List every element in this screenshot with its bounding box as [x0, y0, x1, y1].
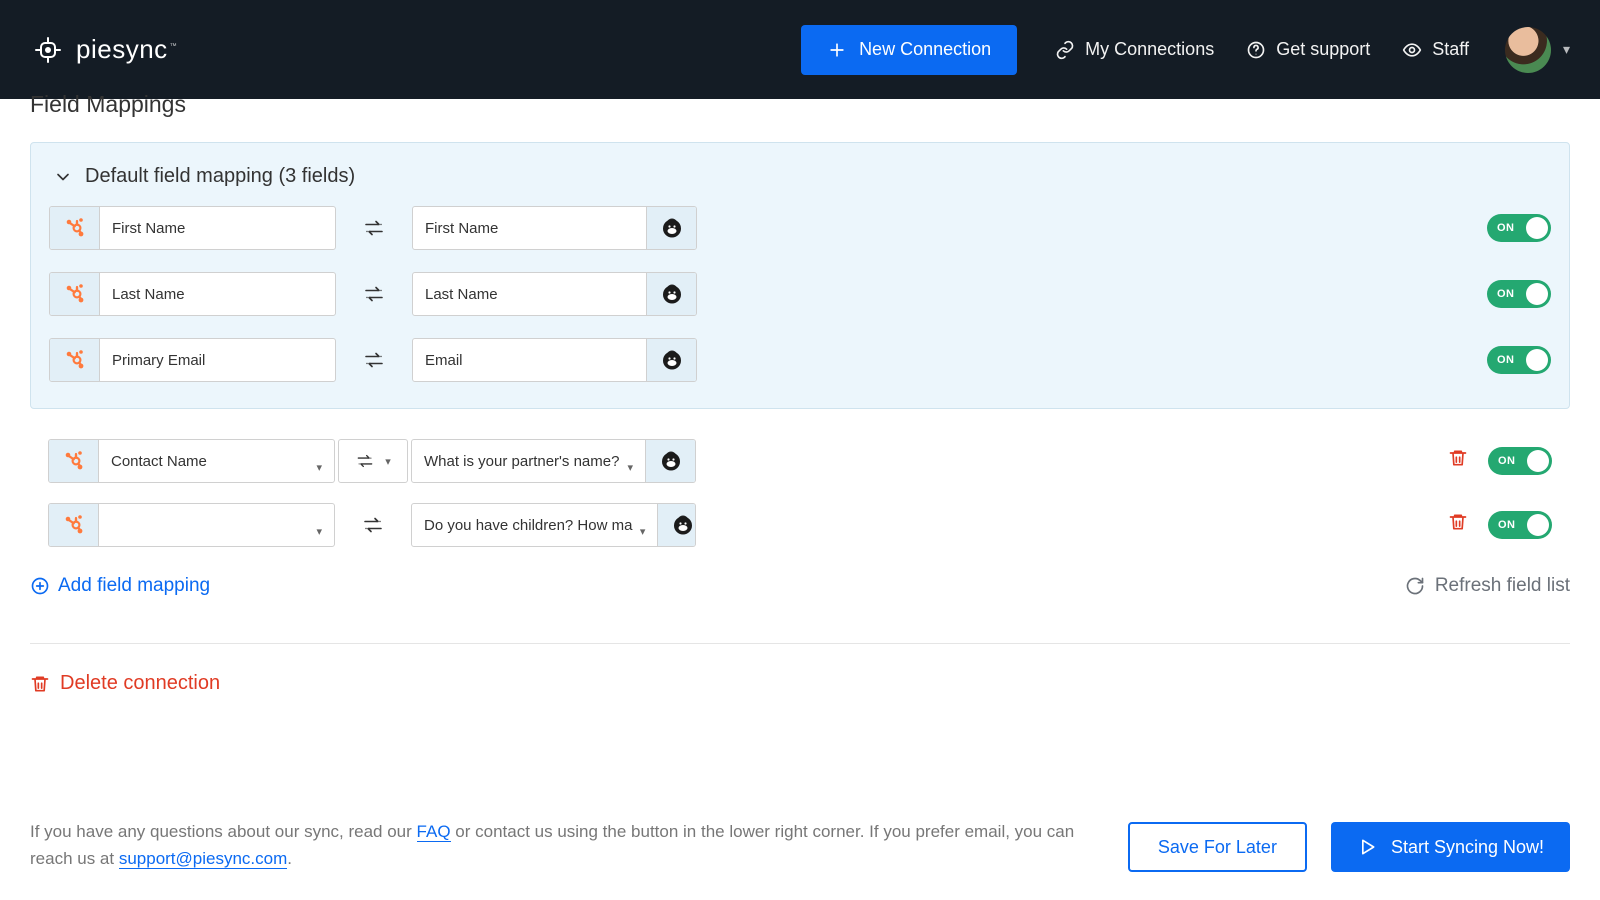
- nav-my-connections-label: My Connections: [1085, 39, 1214, 60]
- bidirectional-icon: [362, 348, 386, 372]
- add-field-label: Add field mapping: [58, 575, 210, 597]
- target-field: Last Name: [412, 272, 697, 316]
- hubspot-icon: [50, 273, 100, 315]
- source-field: Last Name: [49, 272, 336, 316]
- source-field: First Name: [49, 206, 336, 250]
- bidirectional-icon: [355, 451, 375, 471]
- brand-name: piesync: [76, 34, 168, 64]
- new-connection-label: New Connection: [859, 39, 991, 60]
- logo[interactable]: piesync™: [30, 32, 177, 68]
- mailchimp-icon: [645, 440, 695, 482]
- mailchimp-icon: [657, 504, 696, 546]
- page-title: Field Mappings: [30, 91, 1570, 118]
- direction-indicator: [336, 348, 412, 372]
- target-field-value: What is your partner's name?: [412, 453, 645, 470]
- mapping-row: First Name First Name ON: [49, 206, 1551, 250]
- direction-indicator: [336, 216, 412, 240]
- refresh-field-list-button[interactable]: Refresh field list: [1405, 575, 1570, 597]
- mailchimp-icon: [646, 207, 696, 249]
- mailchimp-icon: [646, 273, 696, 315]
- hubspot-icon: [50, 339, 100, 381]
- toggle[interactable]: ON: [1487, 280, 1551, 308]
- add-field-mapping-button[interactable]: Add field mapping: [30, 575, 210, 597]
- delete-row-button[interactable]: [1448, 512, 1468, 538]
- footer-text: If you have any questions about our sync…: [30, 819, 1088, 872]
- bidirectional-icon: [361, 513, 385, 537]
- hubspot-icon: [50, 207, 100, 249]
- plus-icon: [827, 40, 847, 60]
- direction-indicator: [336, 282, 412, 306]
- toggle[interactable]: ON: [1488, 447, 1552, 475]
- chevron-down-icon: [1563, 41, 1570, 58]
- mapping-row: Last Name Last Name ON: [49, 272, 1551, 316]
- piesync-logo-icon: [30, 32, 66, 68]
- direction-indicator: [335, 513, 411, 537]
- source-field-value: Primary Email: [100, 352, 335, 369]
- hubspot-icon: [49, 504, 99, 546]
- support-email-link[interactable]: support@piesync.com: [119, 849, 287, 869]
- panel-title: Default field mapping (3 fields): [85, 165, 355, 188]
- nav-my-connections[interactable]: My Connections: [1055, 39, 1214, 60]
- chevron-down-icon: [53, 167, 73, 187]
- source-field-select[interactable]: [48, 503, 335, 547]
- footer: If you have any questions about our sync…: [30, 819, 1570, 872]
- start-syncing-label: Start Syncing Now!: [1391, 837, 1544, 858]
- source-field: Primary Email: [49, 338, 336, 382]
- start-syncing-button[interactable]: Start Syncing Now!: [1331, 822, 1570, 872]
- panel-header[interactable]: Default field mapping (3 fields): [31, 143, 1569, 198]
- brand-tm: ™: [170, 43, 178, 50]
- question-icon: [1246, 40, 1266, 60]
- target-field-value: Do you have children? How ma: [412, 517, 657, 534]
- trash-icon: [1448, 512, 1468, 532]
- target-field-select[interactable]: What is your partner's name?: [411, 439, 696, 483]
- default-mapping-panel: Default field mapping (3 fields) First N…: [30, 142, 1570, 409]
- direction-toggle[interactable]: [338, 439, 408, 483]
- toggle[interactable]: ON: [1488, 511, 1552, 539]
- mapping-row: Primary Email Email ON: [49, 338, 1551, 382]
- target-field: First Name: [412, 206, 697, 250]
- toggle[interactable]: ON: [1487, 214, 1551, 242]
- source-field-value: Contact Name: [99, 453, 334, 470]
- app-header: piesync™ New Connection My Connections G…: [0, 0, 1600, 99]
- nav-staff-label: Staff: [1432, 39, 1469, 60]
- bidirectional-icon: [362, 282, 386, 306]
- source-field-value: First Name: [100, 220, 335, 237]
- bidirectional-icon: [362, 216, 386, 240]
- toggle[interactable]: ON: [1487, 346, 1551, 374]
- footer-text-3: .: [287, 849, 292, 868]
- eye-icon: [1402, 40, 1422, 60]
- custom-mapping-row: Do you have children? How ma ON: [48, 503, 1552, 547]
- save-for-later-button[interactable]: Save For Later: [1128, 822, 1307, 872]
- user-menu[interactable]: [1505, 27, 1570, 73]
- play-icon: [1357, 837, 1377, 857]
- refresh-icon: [1405, 576, 1425, 596]
- delete-connection-button[interactable]: Delete connection: [30, 672, 1570, 695]
- nav-get-support-label: Get support: [1276, 39, 1370, 60]
- target-field: Email: [412, 338, 697, 382]
- mailchimp-icon: [646, 339, 696, 381]
- nav-staff[interactable]: Staff: [1402, 39, 1469, 60]
- source-field-value: Last Name: [100, 286, 335, 303]
- link-icon: [1055, 40, 1075, 60]
- new-connection-button[interactable]: New Connection: [801, 25, 1017, 75]
- trash-icon: [30, 674, 50, 694]
- target-field-value: Last Name: [413, 286, 646, 303]
- source-field-select[interactable]: Contact Name: [48, 439, 335, 483]
- divider: [30, 643, 1570, 644]
- delete-row-button[interactable]: [1448, 448, 1468, 474]
- nav-get-support[interactable]: Get support: [1246, 39, 1370, 60]
- trash-icon: [1448, 448, 1468, 468]
- target-field-value: First Name: [413, 220, 646, 237]
- avatar: [1505, 27, 1551, 73]
- refresh-field-label: Refresh field list: [1435, 575, 1570, 597]
- hubspot-icon: [49, 440, 99, 482]
- plus-circle-icon: [30, 576, 50, 596]
- footer-text-1: If you have any questions about our sync…: [30, 822, 417, 841]
- target-field-value: Email: [413, 352, 646, 369]
- delete-connection-label: Delete connection: [60, 672, 220, 695]
- custom-mapping-row: Contact Name What is your partner's name…: [48, 439, 1552, 483]
- target-field-select[interactable]: Do you have children? How ma: [411, 503, 696, 547]
- faq-link[interactable]: FAQ: [417, 822, 451, 842]
